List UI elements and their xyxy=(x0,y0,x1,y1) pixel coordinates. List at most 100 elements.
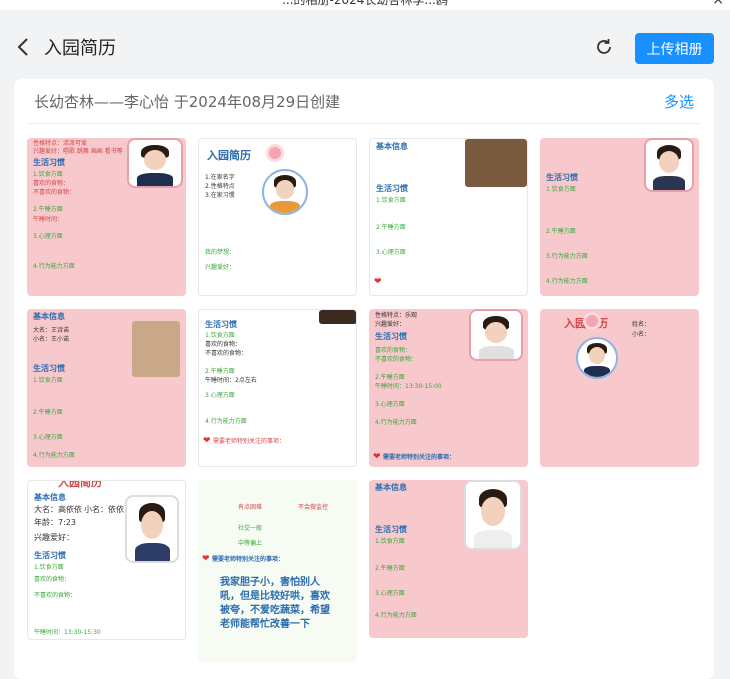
doc-text: 中等偏上 xyxy=(238,540,263,547)
doc-text: 生活习惯 xyxy=(375,525,407,534)
doc-text: 兴趣爱好： xyxy=(205,264,236,271)
doc-text: 2.性格特点 xyxy=(205,183,235,190)
upload-album-button[interactable]: 上传相册 xyxy=(635,33,714,64)
doc-text: 喜欢的食物： xyxy=(33,180,70,187)
doc-text: 有点困难 xyxy=(238,504,263,511)
close-icon[interactable]: × xyxy=(712,0,724,8)
child-photo xyxy=(469,309,523,361)
flower-decoration xyxy=(269,147,281,159)
back-arrow-icon[interactable] xyxy=(14,35,34,59)
album-photo[interactable]: 入园简历 基本信息 大名：高依依 小名：依依 年龄：7:23 兴趣爱好： 生活习… xyxy=(27,480,186,640)
child-photo xyxy=(576,337,618,379)
album-photo[interactable]: 入园简历 姓名： 小名： xyxy=(540,309,699,467)
heart-icon: ❤ xyxy=(373,452,381,462)
album-photo[interactable]: 有点困难 不会做监控 社交一般 中等偏上 需要老师特别关注的事项： ❤ 我家胆子… xyxy=(198,480,357,662)
multiselect-button[interactable]: 多选 xyxy=(664,91,694,112)
doc-text: 生活习惯 xyxy=(376,184,408,193)
album-photo[interactable]: 基本信息 生活习惯 1.饮食方面 2.午睡方面 3.心理方面 ❤ xyxy=(369,138,528,296)
doc-text: 社交一般 xyxy=(238,525,263,532)
doc-text: 2.午睡方面 xyxy=(33,206,63,213)
doc-text: 1.饮食方面 xyxy=(205,332,235,339)
doc-text: 生活习惯 xyxy=(375,332,407,341)
divider xyxy=(28,123,700,124)
doc-text: 吼，但是比较好哄，喜欢 xyxy=(220,591,330,602)
photo-image xyxy=(132,321,180,377)
child-photo xyxy=(644,138,694,192)
doc-text: 生活习惯 xyxy=(34,551,66,560)
doc-text: 生活习惯 xyxy=(33,158,65,167)
doc-text: 生活习惯 xyxy=(205,320,237,329)
doc-text: 4.行为能力方面 xyxy=(375,612,417,619)
doc-text: 入园简历 xyxy=(207,149,251,162)
window-titlebar: ...的相册-2024长幼杏林李...鸥 × xyxy=(0,0,730,10)
doc-text: 3.心理方面 xyxy=(205,392,235,399)
doc-text: 生活习惯 xyxy=(546,173,578,182)
doc-text: 大名：王诗诺 xyxy=(33,327,70,334)
doc-text: 小名：王小诺 xyxy=(33,336,70,343)
album-photo[interactable]: 性格特点：乐观 兴趣爱好： 生活习惯 喜欢的食物： 不喜欢的食物： 2.午睡方面… xyxy=(369,309,528,467)
doc-text: 被夸，不爱吃蔬菜，希望 xyxy=(220,605,330,616)
album-photo[interactable]: 入园简历 1.在家名字 2.性格特点 3.在家习惯 我的梦想： 兴趣爱好： xyxy=(198,138,357,296)
doc-text: 喜欢的食物： xyxy=(375,347,412,354)
doc-text: 基本信息 xyxy=(376,142,408,151)
doc-text: 兴趣爱好：唱歌 跳舞 画画 看书等 xyxy=(33,148,123,155)
doc-text: 3.心理方面 xyxy=(33,434,63,441)
album-photo[interactable]: 生活习惯 1.饮食方面 喜欢的食物： 不喜欢的食物： 2.午睡方面 午睡时间：2… xyxy=(198,309,357,467)
heart-icon: ❤ xyxy=(374,277,382,287)
doc-text: 喜欢的食物： xyxy=(34,576,71,583)
doc-text: 需要老师特别关注的事项： xyxy=(212,556,285,563)
doc-text: 性格特点：活泼可爱 xyxy=(33,140,88,147)
album-title: 长幼杏林——李心怡 于2024年08月29日创建 xyxy=(34,93,341,111)
doc-text: 午睡时间： xyxy=(33,216,64,223)
doc-text: 1.在家名字 xyxy=(205,174,235,181)
doc-text: 1.饮食方面 xyxy=(34,564,64,571)
doc-text: 我家胆子小，害怕别人 xyxy=(220,577,320,588)
doc-text: 3.在家习惯 xyxy=(205,192,235,199)
photo-image xyxy=(465,139,527,187)
doc-text: 年龄：7:23 xyxy=(34,518,76,527)
child-photo xyxy=(127,138,183,188)
doc-text: 姓名： xyxy=(632,321,651,328)
doc-text: 不喜欢的食物： xyxy=(34,592,77,599)
heart-icon: ❤ xyxy=(202,554,210,564)
doc-text: 生活习惯 xyxy=(33,364,65,373)
child-photo xyxy=(464,480,522,550)
doc-text: 1.饮食方面 xyxy=(33,171,63,178)
doc-text: 入园简历 xyxy=(58,480,102,489)
doc-text: 老师能帮忙改善一下 xyxy=(220,619,310,630)
refresh-icon[interactable] xyxy=(594,37,614,57)
heart-icon: ❤ xyxy=(203,436,211,446)
doc-text: 需要老师特别关注的事项： xyxy=(213,438,286,445)
doc-text: 基本信息 xyxy=(33,312,65,321)
doc-text: 小名：依依 xyxy=(84,505,124,514)
doc-text: 大名：高依依 xyxy=(34,505,82,514)
album-photo[interactable]: 基本信息 大名：王诗诺 小名：王小诺 生活习惯 1.饮食方面 2.午睡方面 3.… xyxy=(27,309,186,467)
doc-text: 2.午睡方面 xyxy=(33,409,63,416)
doc-text: 喜欢的食物： xyxy=(205,341,242,348)
photo-image xyxy=(319,310,356,324)
doc-text: 不喜欢的食物： xyxy=(33,189,76,196)
flower-decoration xyxy=(586,315,598,327)
doc-text: 午睡时间：13:30-15:30 xyxy=(34,629,101,636)
doc-text: 1.饮食方面 xyxy=(546,186,576,193)
doc-text: 基本信息 xyxy=(34,493,66,502)
doc-text: 小名： xyxy=(632,331,651,338)
doc-text: 2.午睡方面 xyxy=(375,565,405,572)
doc-text: 4.行为能力方面 xyxy=(546,278,588,285)
doc-text: 兴趣爱好： xyxy=(375,321,406,328)
doc-text: 2.午睡方面 xyxy=(375,374,405,381)
doc-text: 性格特点：乐观 xyxy=(375,312,418,319)
doc-text: 午睡时间：2点左右 xyxy=(205,377,257,384)
album-photo[interactable]: 基本信息 生活习惯 1.饮食方面 2.午睡方面 3.心理方面 4.行为能力方面 xyxy=(369,480,528,638)
album-photo[interactable]: 生活习惯 1.饮食方面 2.午睡方面 3.行为能力方面 4.行为能力方面 xyxy=(540,138,699,296)
album-photo[interactable]: 性格特点：活泼可爱 兴趣爱好：唱歌 跳舞 画画 看书等 生活习惯 1.饮食方面 … xyxy=(27,138,186,296)
doc-text: 需要老师特别关注的事项： xyxy=(383,454,456,461)
page-title: 入园简历 xyxy=(44,38,116,59)
doc-text: 1.饮食方面 xyxy=(375,538,405,545)
doc-text: 4.行为能力方面 xyxy=(33,452,75,459)
doc-text: 兴趣爱好： xyxy=(34,533,74,542)
doc-text: 不喜欢的食物： xyxy=(375,356,418,363)
window-title: ...的相册-2024长幼杏林李...鸥 xyxy=(282,0,448,7)
doc-text: 午睡时间：13:30-15:00 xyxy=(375,383,442,390)
doc-text: 1.饮食方面 xyxy=(33,377,63,384)
